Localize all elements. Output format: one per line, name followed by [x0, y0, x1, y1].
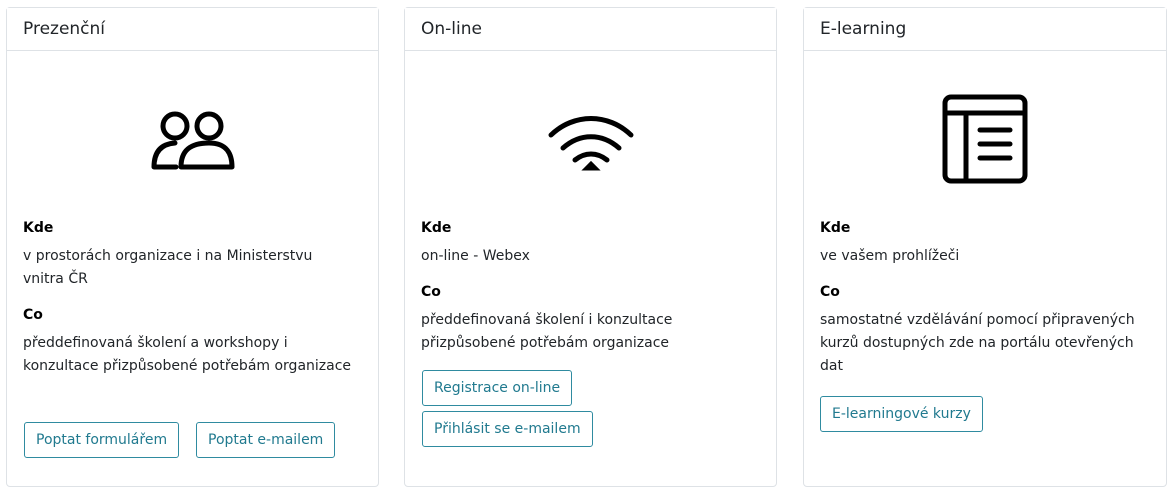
what-label: Co — [820, 284, 840, 300]
prihlasit-emailem-button[interactable]: Přihlásit se e-mailem — [422, 411, 593, 447]
where-label: Kde — [421, 220, 452, 236]
what-text: samostatné vzdělávání pomocí připravenýc… — [820, 312, 1135, 374]
wifi-icon — [405, 116, 776, 176]
card-title: Prezenční — [7, 8, 378, 51]
card-online: On-line Kde on-line - Webex Co předdefin… — [404, 7, 777, 487]
card-elearning: E-learning Kde ve vašem prohlížeči Co sa… — [803, 7, 1167, 487]
what-label: Co — [23, 307, 43, 323]
card-prezencni: Prezenční Kde v prostorách organizace i … — [6, 7, 379, 487]
people-icon — [7, 110, 378, 170]
registrace-online-button[interactable]: Registrace on-line — [422, 370, 573, 406]
what-text: předdefinovaná školení a workshopy i kon… — [23, 335, 352, 374]
what-text: předdefinovaná školení i konzultace přiz… — [421, 312, 673, 351]
card-title: On-line — [405, 8, 776, 51]
where-text: on-line - Webex — [421, 248, 530, 264]
where-label: Kde — [23, 220, 54, 236]
what-label: Co — [421, 284, 441, 300]
elearningove-kurzy-button[interactable]: E-learningové kurzy — [820, 396, 983, 432]
poptat-emailem-button[interactable]: Poptat e-mailem — [196, 422, 336, 458]
poptat-formularem-button[interactable]: Poptat formulářem — [24, 422, 180, 458]
where-text: v prostorách organizace i na Ministerstv… — [23, 248, 313, 287]
where-text: ve vašem prohlížeči — [820, 248, 960, 264]
card-title: E-learning — [804, 8, 1166, 51]
where-label: Kde — [820, 220, 851, 236]
layout-text-window-icon — [804, 94, 1166, 184]
